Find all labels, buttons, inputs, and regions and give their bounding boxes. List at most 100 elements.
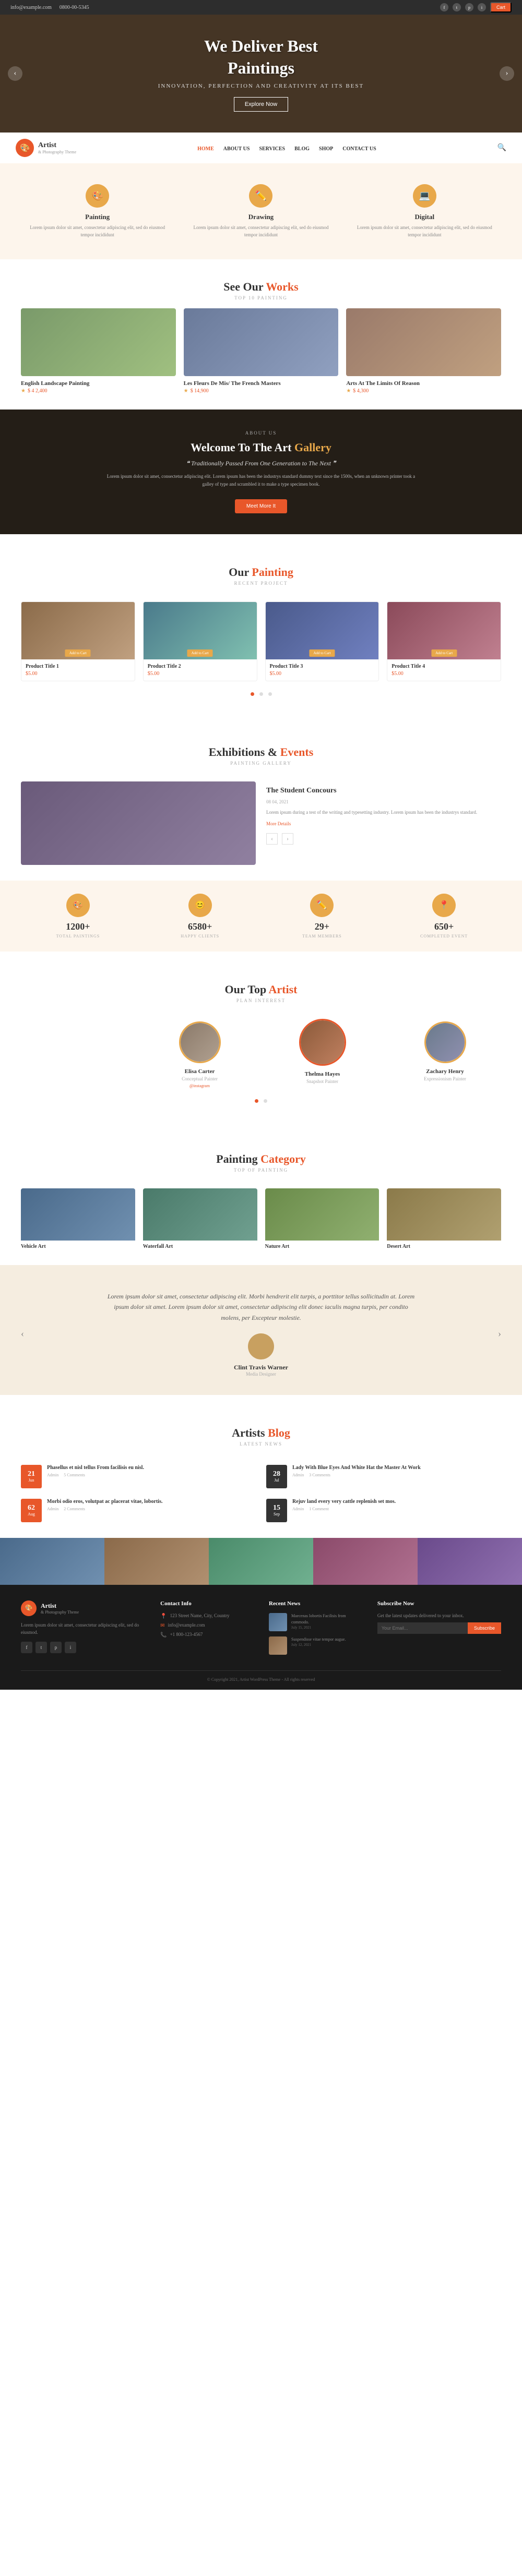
- add-to-cart-4[interactable]: Add to Cart: [431, 649, 457, 657]
- cat-card-3[interactable]: Nature Art: [265, 1188, 379, 1249]
- work-title-3: Arts At The Limits Of Reason: [346, 380, 501, 387]
- dot-3[interactable]: [268, 692, 272, 696]
- service-drawing-desc: Lorem ipsum dolor sit amet, consectetur …: [192, 224, 329, 238]
- artist-card-1: Elisa Carter Conceptual Painter @instagr…: [144, 1021, 256, 1088]
- artist-dot-2[interactable]: [264, 1099, 267, 1103]
- footer-twitter[interactable]: t: [35, 1642, 47, 1653]
- work-price-3: ★ $ 4,300: [346, 388, 501, 394]
- twitter-icon[interactable]: t: [453, 3, 461, 11]
- painting-price-1: $5.00: [26, 671, 130, 677]
- blog-title-1[interactable]: Phasellus et nisl tellus From facilisis …: [47, 1465, 256, 1471]
- hero-next-arrow[interactable]: ›: [500, 66, 514, 81]
- blog-date-3: 62 Aug: [21, 1499, 42, 1522]
- footer-gallery-3: [209, 1538, 313, 1585]
- exhibition-prev[interactable]: ‹: [266, 833, 278, 845]
- footer-copyright: © Copyright 2021, Artist WordPress Theme…: [21, 1670, 501, 1682]
- blog-title: Artists Blog: [31, 1426, 491, 1440]
- news-text-1[interactable]: Maecenas lobortis Facilisis from commodo…: [291, 1613, 362, 1626]
- footer-gallery: [0, 1538, 522, 1585]
- painting-image-2: Add to Cart: [144, 602, 257, 659]
- footer-subscribe-desc: Get the latest updates delivered to your…: [377, 1613, 501, 1618]
- logo-icon: 🎨: [16, 139, 34, 157]
- footer-gallery-2: [104, 1538, 209, 1585]
- footer-social-links: f t p i: [21, 1642, 145, 1653]
- subscribe-form: Subscribe: [377, 1622, 501, 1634]
- nav-shop[interactable]: Shop: [319, 146, 333, 152]
- pinterest-icon[interactable]: p: [465, 3, 473, 11]
- painting-card-2: Add to Cart Product Title 2 $5.00: [143, 601, 257, 681]
- testimonial-text: Lorem ipsum dolor sit amet, consectetur …: [104, 1291, 418, 1323]
- gallery-cta-button[interactable]: Meet More It: [235, 499, 287, 513]
- dot-1[interactable]: [251, 692, 254, 696]
- painting-card-1: Add to Cart Product Title 1 $5.00: [21, 601, 135, 681]
- search-icon[interactable]: 🔍: [497, 143, 506, 152]
- email-icon: ✉: [160, 1623, 164, 1629]
- stats-section: 🎨 1200+ TOTAL PAINTINGS 😊 6580+ HAPPY CL…: [0, 881, 522, 952]
- footer: 🎨 Artist & Photography Theme Lorem ipsum…: [0, 1585, 522, 1690]
- exhibition-next[interactable]: ›: [282, 833, 293, 845]
- footer-subscribe-title: Subscribe Now: [377, 1600, 501, 1607]
- blog-card-1: 21 Jun Phasellus et nisl tellus From fac…: [21, 1465, 256, 1488]
- nav-blog[interactable]: Blog: [294, 146, 310, 152]
- logo[interactable]: 🎨 Artist & Photography Theme: [16, 139, 76, 157]
- add-to-cart-1[interactable]: Add to Cart: [65, 649, 91, 657]
- cat-card-2[interactable]: Waterfall Art: [143, 1188, 257, 1249]
- testimonial-role: Media Designer: [34, 1371, 488, 1377]
- artist-social-1[interactable]: @instagram: [144, 1084, 256, 1088]
- nav-contact[interactable]: Contact Us: [342, 146, 376, 152]
- artist-role-3: Expressionism Painter: [389, 1076, 501, 1081]
- dot-2[interactable]: [259, 692, 263, 696]
- logo-name: Artist: [38, 141, 76, 150]
- footer-news-title: Recent News: [269, 1600, 362, 1607]
- testimonial-next[interactable]: ›: [498, 1328, 501, 1339]
- work-card-3: Arts At The Limits Of Reason ★ $ 4,300: [346, 308, 501, 394]
- add-to-cart-3[interactable]: Add to Cart: [309, 649, 335, 657]
- nav-about[interactable]: About Us: [223, 146, 250, 152]
- service-drawing-title: Drawing: [192, 213, 329, 221]
- stat-label-4: COMPLETED EVENT: [387, 934, 501, 938]
- artist-section-title: Our Top Artist: [31, 983, 491, 996]
- gallery-title: Welcome To The Art Gallery: [21, 441, 501, 454]
- cat-card-1[interactable]: Vehicle Art: [21, 1188, 135, 1249]
- works-sub: TOP 10 PAINTING: [31, 295, 491, 300]
- facebook-icon[interactable]: f: [440, 3, 448, 11]
- blog-title-3[interactable]: Morbi odio eros, volutpat ac placerat vi…: [47, 1499, 256, 1504]
- hero-prev-arrow[interactable]: ‹: [8, 66, 22, 81]
- nav-services[interactable]: Services: [259, 146, 285, 152]
- news-text-2[interactable]: Suspendisse vitae tempor augue.: [291, 1636, 346, 1643]
- news-date-2: July 12, 2021: [291, 1643, 346, 1647]
- artist-name-1: Elisa Carter: [144, 1068, 256, 1075]
- news-date-1: July 15, 2021: [291, 1626, 362, 1630]
- blog-title-4[interactable]: Rejuv land every very cattle replenish s…: [292, 1499, 501, 1504]
- subscribe-button[interactable]: Subscribe: [468, 1622, 501, 1634]
- hero-cta-button[interactable]: Explore Now: [234, 97, 288, 112]
- footer-gallery-5: [418, 1538, 522, 1585]
- blog-grid: 21 Jun Phasellus et nisl tellus From fac…: [21, 1465, 501, 1522]
- blog-date-2: 28 Jul: [266, 1465, 287, 1488]
- cat-card-4[interactable]: Desert Art: [387, 1188, 501, 1249]
- painting-section: Our Painting RECENT PROJECT Add to Cart …: [0, 534, 522, 714]
- subscribe-email-input[interactable]: [377, 1622, 468, 1634]
- blog-section: Artists Blog LATEST NEWS 21 Jun Phasellu…: [0, 1395, 522, 1538]
- work-price-1: ★ $ 4 2,400: [21, 388, 176, 394]
- artist-card-2: Thelma Hayes Snapshot Painter: [266, 1021, 378, 1088]
- instagram-icon[interactable]: i: [478, 3, 486, 11]
- drawing-icon: ✏️: [249, 184, 272, 208]
- blog-meta-1: Admin 5 Comments: [47, 1473, 256, 1477]
- blog-meta-3: Admin 2 Comments: [47, 1507, 256, 1511]
- cat-image-2: [143, 1188, 257, 1241]
- painting-image-3: Add to Cart: [266, 602, 379, 659]
- footer-pinterest[interactable]: p: [50, 1642, 62, 1653]
- artist-avatar-3: [426, 1023, 465, 1062]
- cart-button[interactable]: Cart: [490, 2, 512, 13]
- more-details-link[interactable]: More Details: [266, 821, 291, 826]
- artist-dot-1[interactable]: [255, 1099, 258, 1103]
- footer-contact-title: Contact Info: [160, 1600, 253, 1607]
- footer-facebook[interactable]: f: [21, 1642, 32, 1653]
- add-to-cart-2[interactable]: Add to Cart: [187, 649, 213, 657]
- blog-title-2[interactable]: Lady With Blue Eyes And White Hat the Ma…: [292, 1465, 501, 1471]
- footer-instagram[interactable]: i: [65, 1642, 76, 1653]
- works-grid: English Landscape Painting ★ $ 4 2,400 L…: [21, 308, 501, 394]
- nav-home[interactable]: Home: [197, 146, 214, 152]
- exhibition-event-title: The Student Concours: [266, 787, 501, 795]
